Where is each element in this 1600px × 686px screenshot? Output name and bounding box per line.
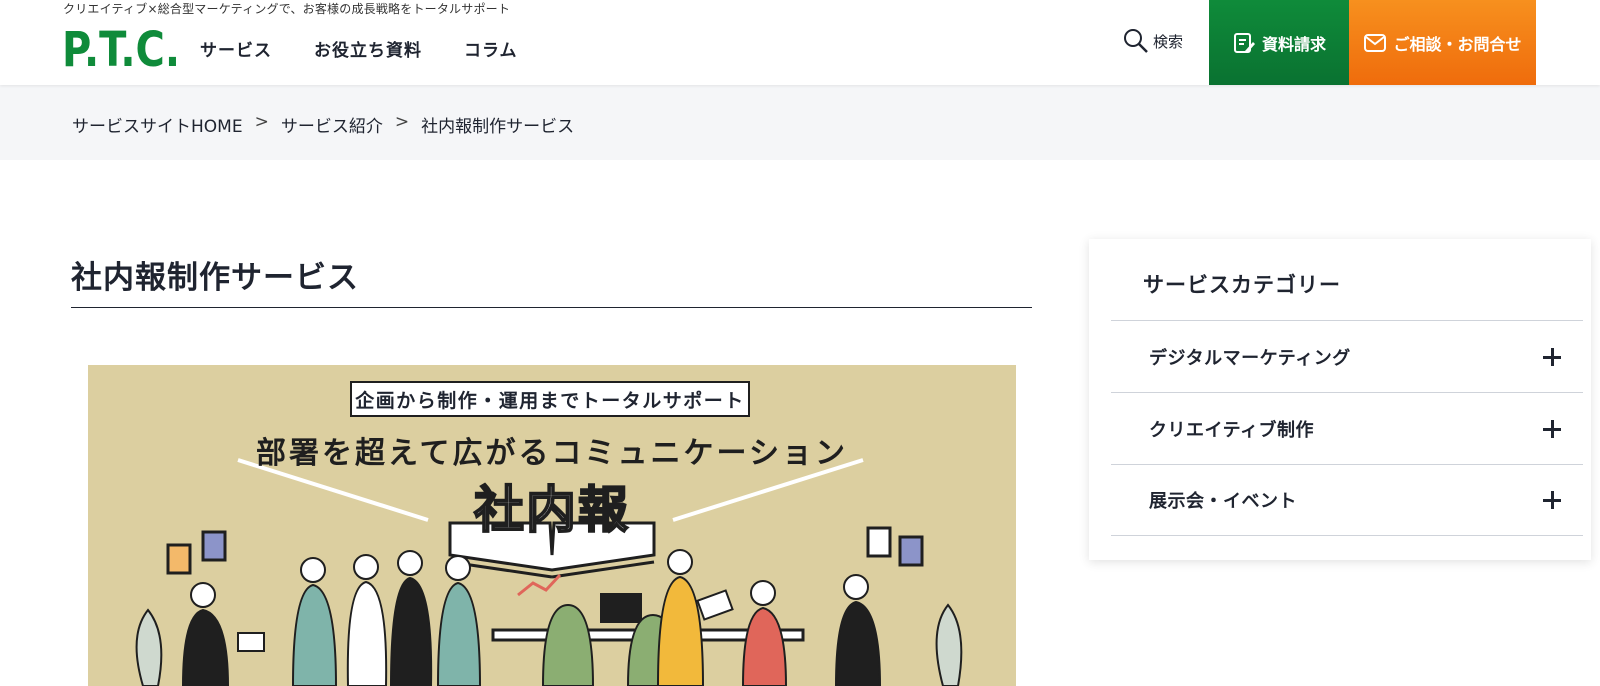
category-events[interactable]: 展示会・イベント bbox=[1111, 464, 1583, 536]
hero-banner: 企画から制作・運用までトータルサポート 部署を超えて広がるコミュニケーション 社… bbox=[88, 365, 1016, 686]
plus-icon[interactable] bbox=[1543, 347, 1561, 366]
contact-button[interactable]: ご相談・お問合せ bbox=[1349, 0, 1536, 85]
breadcrumb-separator: > bbox=[394, 112, 410, 132]
hero-main-text: 社内報 bbox=[473, 480, 630, 540]
breadcrumb-home[interactable]: サービスサイトHOME bbox=[72, 112, 243, 137]
header-tagline: クリエイティブ×総合型マーケティングで、お客様の成長戦略をトータルサポート bbox=[63, 2, 511, 16]
page-title: 社内報制作サービス bbox=[71, 260, 359, 296]
search-label: 検索 bbox=[1153, 32, 1184, 51]
category-label: クリエイティブ制作 bbox=[1149, 419, 1315, 441]
document-request-label: 資料請求 bbox=[1261, 34, 1326, 54]
plus-icon[interactable] bbox=[1543, 419, 1561, 438]
category-digital-marketing[interactable]: デジタルマーケティング bbox=[1111, 320, 1583, 392]
breadcrumb-separator: > bbox=[254, 112, 269, 132]
plus-icon[interactable] bbox=[1543, 491, 1561, 509]
sidebar-title: サービスカテゴリー bbox=[1143, 273, 1341, 297]
hero-tagline: 企画から制作・運用までトータルサポート bbox=[350, 381, 750, 417]
breadcrumb: サービスサイトHOME > サービス紹介 > 社内報制作サービス bbox=[72, 112, 574, 137]
nav-resources[interactable]: お役立ち資料 bbox=[314, 36, 422, 61]
category-label: 展示会・イベント bbox=[1149, 491, 1297, 512]
site-header: クリエイティブ×総合型マーケティングで、お客様の成長戦略をトータルサポート P.… bbox=[0, 0, 1600, 85]
service-category-panel: サービスカテゴリー デジタルマーケティング クリエイティブ制作 展示会・イベント bbox=[1089, 239, 1591, 560]
search-button[interactable]: 検索 bbox=[1123, 28, 1183, 54]
document-request-button[interactable]: 資料請求 bbox=[1209, 0, 1349, 85]
hero-headline: 部署を超えて広がるコミュニケーション bbox=[256, 436, 848, 471]
category-creative[interactable]: クリエイティブ制作 bbox=[1111, 392, 1583, 464]
logo-text: P.T.C. bbox=[62, 22, 180, 70]
search-icon bbox=[1124, 29, 1148, 53]
document-edit-icon bbox=[1233, 32, 1255, 53]
breadcrumb-bar: サービスサイトHOME > サービス紹介 > 社内報制作サービス bbox=[0, 85, 1600, 160]
breadcrumb-current: 社内報制作サービス bbox=[421, 117, 575, 137]
category-label: デジタルマーケティング bbox=[1149, 347, 1351, 369]
main-nav: サービス お役立ち資料 コラム bbox=[200, 36, 518, 61]
title-divider bbox=[71, 307, 1032, 308]
mail-icon bbox=[1364, 33, 1387, 52]
contact-label: ご相談・お問合せ bbox=[1393, 34, 1522, 54]
ptc-logo[interactable]: P.T.C. bbox=[62, 22, 182, 70]
breadcrumb-services[interactable]: サービス紹介 bbox=[281, 112, 383, 137]
nav-column[interactable]: コラム bbox=[464, 36, 518, 61]
nav-service[interactable]: サービス bbox=[200, 36, 272, 61]
